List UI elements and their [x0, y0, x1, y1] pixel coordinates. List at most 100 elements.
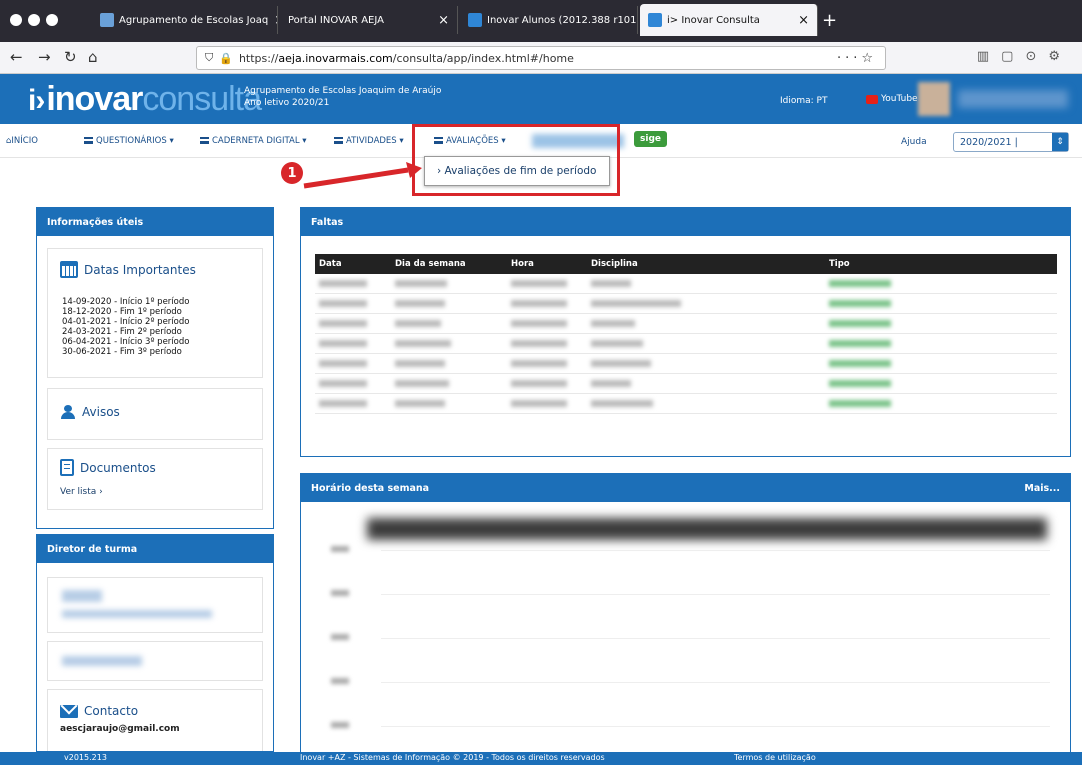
browser-toolbar-icons[interactable]: ▥▢⊙⚙ [977, 49, 1072, 64]
diretor-name-card [47, 577, 263, 633]
home-icon[interactable]: ⌂ [88, 48, 98, 66]
annotation-step-badge: 1 [281, 162, 303, 184]
mail-icon [60, 704, 78, 718]
contacto-title: Contacto [84, 704, 139, 718]
window-controls[interactable] [10, 14, 58, 26]
diretor-turma-panel: Diretor de turma Contacto aescjaraujo@gm… [36, 534, 274, 752]
browser-navbar: ← → ↻ ⌂ ⛉ 🔒 https://aeja.inovarmais.com /… [0, 42, 1082, 74]
inovar-favicon-icon [648, 13, 662, 27]
logo-chevron-icon: i› [28, 84, 45, 117]
url-domain: aeja.inovarmais.com [278, 51, 393, 65]
youtube-link[interactable]: YouTube [866, 94, 918, 104]
list-item: 18-12-2020 - Fim 1º período [62, 307, 182, 317]
calendar-icon [60, 261, 78, 278]
list-item: 14-09-2020 - Início 1º período [62, 297, 190, 307]
menu-questionarios[interactable]: QUESTIONÁRIOS ▾ [84, 136, 174, 146]
terms-link[interactable]: Termos de utilização [734, 753, 816, 762]
inovar-favicon-icon [468, 13, 482, 27]
site-header: i›inovarconsulta Agrupamento de Escolas … [0, 74, 1082, 124]
close-tab-icon[interactable]: × [432, 13, 449, 28]
column-header: Hora [511, 259, 534, 269]
important-dates-card: Datas Importantes 14-09-2020 - Início 1º… [47, 248, 263, 378]
new-tab-plus-icon[interactable]: + [822, 10, 837, 31]
important-dates-list: 14-09-2020 - Início 1º período 18-12-202… [62, 297, 189, 357]
table-row [315, 314, 1057, 334]
copyright-text: Inovar +AZ - Sistemas de Informação © 20… [300, 753, 605, 762]
browser-tab-strip: Agrupamento de Escolas Joaq × Portal INO… [0, 0, 1082, 42]
avisos-title: Avisos [82, 405, 120, 419]
url-path: /consulta/app/index.html#/home [392, 51, 574, 65]
user-icon [60, 405, 76, 419]
browser-tab[interactable]: Inovar Alunos (2012.388 r101 × [460, 6, 638, 34]
school-info: Agrupamento de Escolas Joaquim de Araújo… [244, 86, 442, 108]
document-icon [60, 459, 74, 476]
list-item: 06-04-2021 - Início 3º período [62, 337, 190, 347]
ver-lista-link[interactable]: Ver lista › [60, 487, 103, 497]
browser-tab-active[interactable]: i> Inovar Consulta × [640, 4, 818, 36]
contact-email[interactable]: aescjaraujo@gmail.com [60, 724, 180, 734]
table-header: Data Dia da semana Hora Disciplina Tipo [315, 254, 1057, 274]
faltas-title: Faltas [301, 208, 1070, 236]
sige-button[interactable]: sige [634, 131, 667, 147]
page-actions-icon[interactable]: ···☆ [837, 51, 877, 66]
url-prefix: https:// [238, 51, 279, 65]
column-header: Disciplina [591, 259, 638, 269]
horario-panel: Horário desta semana Mais... [300, 473, 1071, 752]
info-panel-title: Informações úteis [37, 208, 273, 236]
language-selector[interactable]: Idioma: PT [780, 96, 827, 106]
table-row [315, 274, 1057, 294]
youtube-icon [866, 94, 878, 104]
list-icon [334, 137, 343, 144]
browser-tab[interactable]: Portal INOVAR AEJA × [280, 6, 458, 34]
column-header: Tipo [829, 259, 850, 269]
help-link[interactable]: Ajuda [901, 137, 927, 147]
contacto-card: Contacto aescjaraujo@gmail.com [47, 689, 263, 751]
close-tab-icon[interactable]: × [637, 13, 638, 28]
more-link[interactable]: Mais... [1024, 483, 1060, 494]
close-tab-icon[interactable]: × [792, 13, 809, 28]
school-year-select[interactable]: 2020/2021 | ⇕ [953, 132, 1069, 152]
list-icon [200, 137, 209, 144]
back-arrow-icon[interactable]: ← [10, 48, 23, 66]
schedule-days-header [367, 518, 1047, 540]
school-favicon-icon [100, 13, 114, 27]
user-name-redacted [958, 90, 1068, 108]
avatar[interactable] [918, 82, 950, 116]
important-dates-title: Datas Importantes [60, 261, 196, 278]
dropdown-item-avaliacoes-fim-periodo[interactable]: › Avaliações de fim de período [424, 156, 610, 186]
table-row [315, 394, 1057, 414]
list-item: 04-01-2021 - Início 2º período [62, 317, 190, 327]
address-bar[interactable]: ⛉ 🔒 https://aeja.inovarmais.com/consulta… [196, 46, 886, 70]
info-panel: Informações úteis Datas Importantes 14-0… [36, 207, 274, 529]
table-row [315, 294, 1057, 314]
horario-title: Horário desta semana Mais... [301, 474, 1070, 502]
column-header: Dia da semana [395, 259, 466, 269]
list-item: 24-03-2021 - Fim 2º período [62, 327, 182, 337]
lock-icon: 🔒 [219, 51, 233, 65]
forward-arrow-icon[interactable]: → [38, 48, 51, 66]
column-header: Data [319, 259, 342, 269]
table-row [315, 354, 1057, 374]
menu-atividades[interactable]: ATIVIDADES ▾ [334, 136, 404, 146]
avisos-card[interactable]: Avisos [47, 388, 263, 440]
version-label: v2015.213 [64, 753, 107, 762]
annotation-arrow-icon [303, 162, 422, 189]
list-item: 30-06-2021 - Fim 3º período [62, 347, 182, 357]
faltas-table: Data Dia da semana Hora Disciplina Tipo [315, 254, 1057, 414]
list-icon [84, 137, 93, 144]
diretor-schedule-card [47, 641, 263, 681]
reload-icon[interactable]: ↻ [64, 48, 77, 66]
close-tab-icon[interactable]: × [268, 13, 277, 28]
site-footer: v2015.213 Inovar +AZ - Sistemas de Infor… [0, 752, 1082, 765]
documentos-title: Documentos [80, 460, 156, 475]
diretor-turma-title: Diretor de turma [37, 535, 273, 563]
menu-inicio[interactable]: ⌂INÍCIO [6, 136, 38, 146]
table-row [315, 334, 1057, 354]
faltas-panel: Faltas Data Dia da semana Hora Disciplin… [300, 207, 1071, 457]
chevron-down-icon: ⇕ [1052, 133, 1068, 151]
browser-tab[interactable]: Agrupamento de Escolas Joaq × [92, 6, 278, 34]
menu-caderneta-digital[interactable]: CADERNETA DIGITAL ▾ [200, 136, 307, 146]
inovar-consulta-logo[interactable]: i›inovarconsulta [28, 80, 262, 119]
documentos-card: Documentos Ver lista › [47, 448, 263, 510]
table-row [315, 374, 1057, 394]
